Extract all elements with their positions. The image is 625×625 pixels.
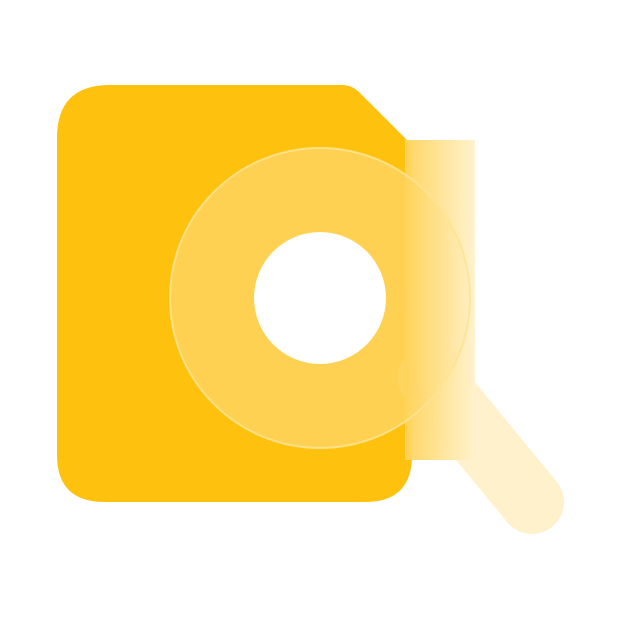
file-search-illustration bbox=[0, 0, 625, 625]
file-search-icon bbox=[57, 85, 564, 534]
magnifier-hole bbox=[254, 232, 386, 364]
